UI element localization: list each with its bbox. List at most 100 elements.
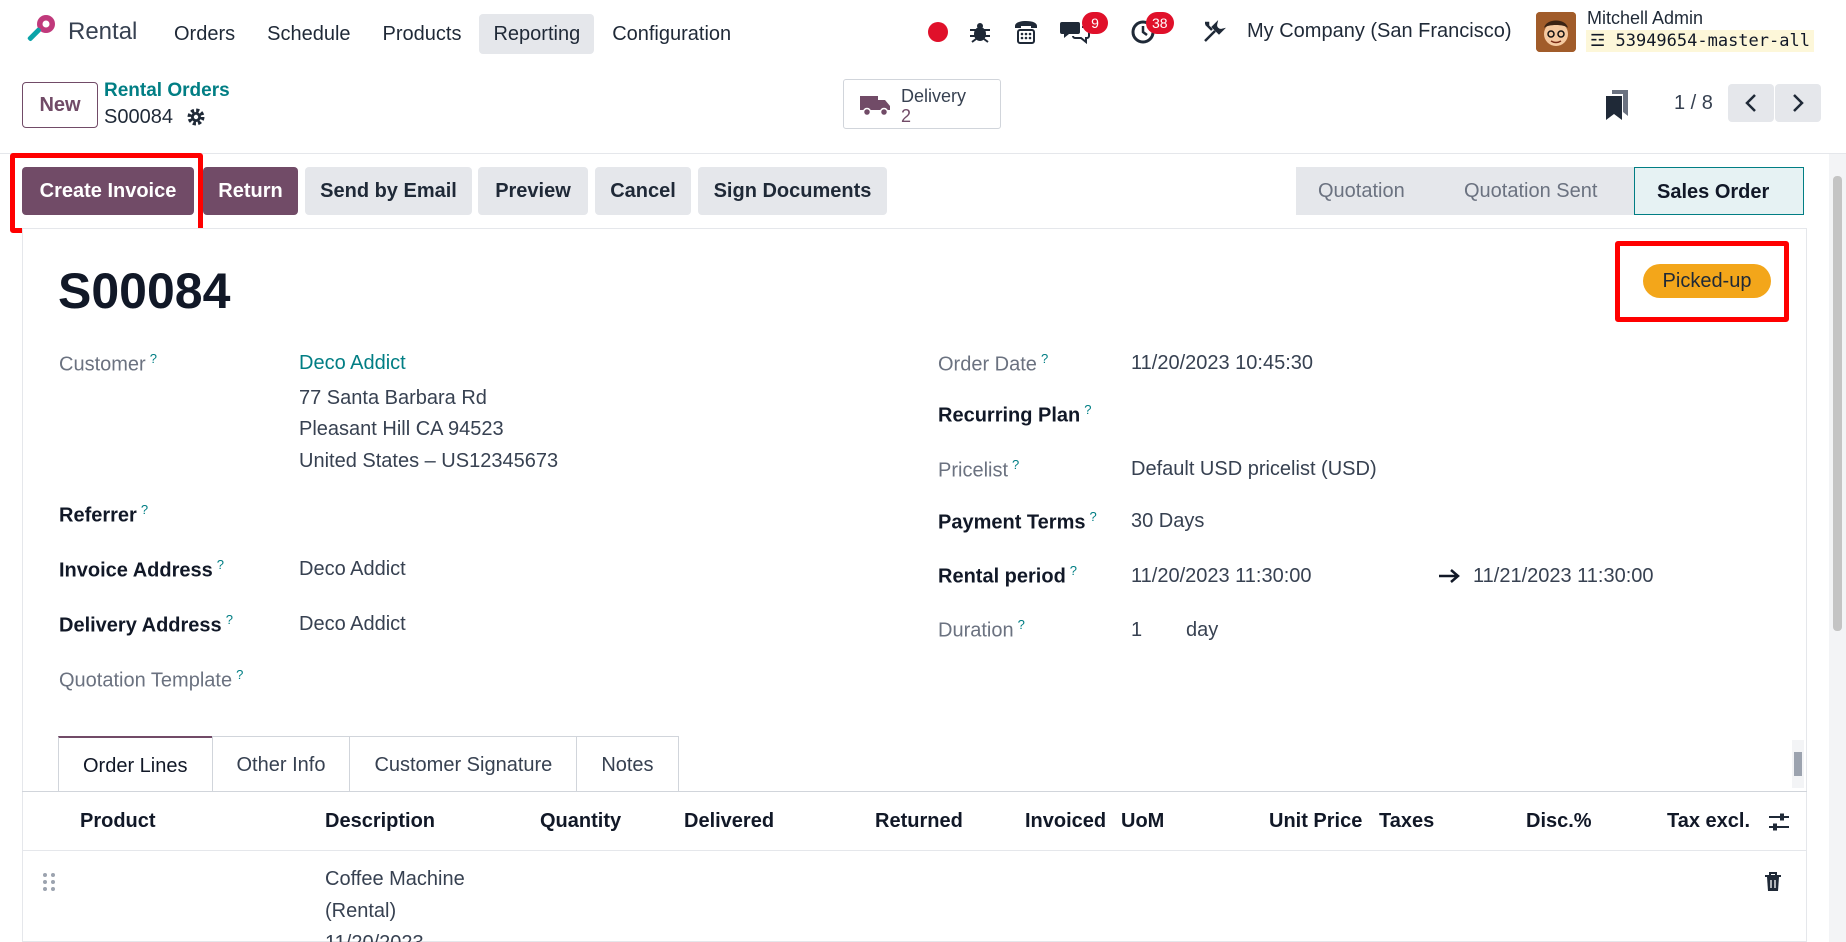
- tab-notes[interactable]: Notes: [576, 736, 679, 792]
- col-returned[interactable]: Returned: [875, 810, 963, 833]
- col-description[interactable]: Description: [325, 810, 435, 833]
- col-product[interactable]: Product: [80, 810, 156, 833]
- help-icon[interactable]: ?: [1018, 617, 1025, 632]
- menu-reporting[interactable]: Reporting: [479, 14, 595, 54]
- referrer-label: Referrer?: [59, 502, 149, 527]
- main-menu: Orders Schedule Products Reporting Confi…: [160, 14, 749, 54]
- page-title: S00084: [58, 263, 231, 319]
- customer-address-line2: Pleasant Hill CA 94523: [299, 418, 504, 440]
- help-icon[interactable]: ?: [226, 612, 233, 627]
- tools-icon[interactable]: [1202, 20, 1226, 44]
- order-date-field[interactable]: 11/20/2023 10:45:30: [1131, 352, 1313, 375]
- new-button[interactable]: New: [22, 82, 98, 128]
- sign-documents-button[interactable]: Sign Documents: [698, 167, 887, 215]
- pager-value[interactable]: 1 / 8: [1674, 92, 1713, 115]
- delivery-address-field[interactable]: Deco Addict: [299, 613, 406, 636]
- tab-divider: [22, 791, 1807, 792]
- customer-address-line3: United States – US12345673: [299, 450, 559, 472]
- status-step-sales-order[interactable]: Sales Order: [1634, 167, 1804, 215]
- quotation-template-label: Quotation Template?: [59, 667, 244, 692]
- duration-value-field[interactable]: 1: [1131, 619, 1142, 642]
- gear-icon[interactable]: [186, 107, 206, 127]
- company-switcher[interactable]: My Company (San Francisco): [1247, 20, 1512, 43]
- duration-label: Duration?: [938, 617, 1025, 642]
- delivery-count: 2: [901, 106, 912, 126]
- menu-products[interactable]: Products: [369, 14, 476, 54]
- col-invoiced[interactable]: Invoiced: [1025, 810, 1106, 833]
- payment-terms-label: Payment Terms?: [938, 509, 1097, 534]
- cancel-button[interactable]: Cancel: [595, 167, 691, 215]
- page-scrollbar[interactable]: [1829, 154, 1846, 942]
- col-quantity[interactable]: Quantity: [540, 810, 621, 833]
- customer-address-line1: 77 Santa Barbara Rd: [299, 387, 487, 409]
- menu-schedule[interactable]: Schedule: [253, 14, 364, 54]
- chevron-right-icon: [1793, 94, 1804, 112]
- rental-app-icon[interactable]: [22, 12, 58, 48]
- col-taxes[interactable]: Taxes: [1379, 810, 1434, 833]
- col-delivered[interactable]: Delivered: [684, 810, 774, 833]
- help-icon[interactable]: ?: [236, 667, 243, 682]
- breadcrumb-rental-orders[interactable]: Rental Orders: [104, 80, 230, 102]
- pricelist-label: Pricelist?: [938, 457, 1020, 482]
- optional-columns-icon[interactable]: [1768, 812, 1790, 832]
- pager-next-button[interactable]: [1775, 84, 1821, 122]
- delivery-label: Delivery: [901, 86, 967, 106]
- database-icon: ☲: [1590, 31, 1616, 51]
- notebook-tabs: Order Lines Other Info Customer Signatur…: [58, 736, 679, 792]
- payment-terms-field[interactable]: 30 Days: [1131, 510, 1204, 533]
- user-name[interactable]: Mitchell Admin: [1587, 8, 1703, 29]
- header-divider: [0, 153, 1846, 154]
- delivery-address-label: Delivery Address?: [59, 612, 233, 637]
- customer-field[interactable]: Deco Addict: [299, 352, 406, 375]
- page-scrollbar-thumb[interactable]: [1833, 176, 1842, 631]
- rental-period-label: Rental period?: [938, 563, 1078, 588]
- status-step-quotation[interactable]: Quotation: [1296, 167, 1442, 215]
- help-icon[interactable]: ?: [1089, 509, 1096, 524]
- menu-configuration[interactable]: Configuration: [598, 14, 745, 54]
- table-header-divider: [22, 850, 1807, 851]
- app-name[interactable]: Rental: [68, 18, 137, 46]
- delivery-smart-button[interactable]: Delivery 2: [843, 79, 1001, 129]
- invoice-address-field[interactable]: Deco Addict: [299, 558, 406, 581]
- pager-previous-button[interactable]: [1728, 84, 1774, 122]
- tab-other-info[interactable]: Other Info: [211, 736, 351, 792]
- drag-handle-icon[interactable]: [42, 872, 56, 892]
- chevron-left-icon: [1745, 94, 1756, 112]
- duration-unit: day: [1186, 619, 1219, 641]
- tab-order-lines[interactable]: Order Lines: [58, 736, 213, 792]
- inner-scrollbar[interactable]: [1792, 740, 1804, 788]
- return-button[interactable]: Return: [203, 167, 298, 215]
- status-step-quotation-sent[interactable]: Quotation Sent: [1442, 167, 1634, 215]
- help-icon[interactable]: ?: [141, 502, 148, 517]
- bug-icon[interactable]: [968, 20, 992, 44]
- activities-count-badge: 38: [1146, 12, 1174, 34]
- inner-scrollbar-thumb[interactable]: [1794, 752, 1802, 776]
- recording-indicator[interactable]: [928, 22, 948, 42]
- col-tax-excl[interactable]: Tax excl.: [1667, 810, 1750, 833]
- help-icon[interactable]: ?: [1012, 457, 1019, 472]
- col-uom[interactable]: UoM: [1121, 810, 1164, 833]
- menu-orders[interactable]: Orders: [160, 14, 249, 54]
- phone-icon[interactable]: [1012, 18, 1040, 46]
- trash-icon[interactable]: [1764, 872, 1782, 892]
- tab-customer-signature[interactable]: Customer Signature: [349, 736, 578, 792]
- rental-start-field[interactable]: 11/20/2023 11:30:00: [1131, 565, 1312, 588]
- preview-button[interactable]: Preview: [478, 167, 588, 215]
- help-icon[interactable]: ?: [1084, 402, 1091, 417]
- col-unit-price[interactable]: Unit Price: [1269, 810, 1362, 833]
- truck-icon: [860, 96, 890, 117]
- pricelist-field[interactable]: Default USD pricelist (USD): [1131, 458, 1377, 481]
- database-name: ☲ 53949654-master-all: [1586, 30, 1814, 52]
- bookmark-icon[interactable]: [1606, 90, 1630, 120]
- user-avatar[interactable]: [1536, 12, 1576, 52]
- rental-end-field[interactable]: 11/21/2023 11:30:00: [1473, 565, 1654, 588]
- help-icon[interactable]: ?: [150, 351, 157, 366]
- send-by-email-button[interactable]: Send by Email: [305, 167, 472, 215]
- row-description-line3: 11/20/2023: [325, 932, 424, 942]
- help-icon[interactable]: ?: [1041, 351, 1048, 366]
- help-icon[interactable]: ?: [1070, 563, 1077, 578]
- arrow-right-icon: [1439, 569, 1460, 583]
- help-icon[interactable]: ?: [217, 557, 224, 572]
- row-description-line1: Coffee Machine: [325, 868, 465, 890]
- col-discount[interactable]: Disc.%: [1526, 810, 1592, 833]
